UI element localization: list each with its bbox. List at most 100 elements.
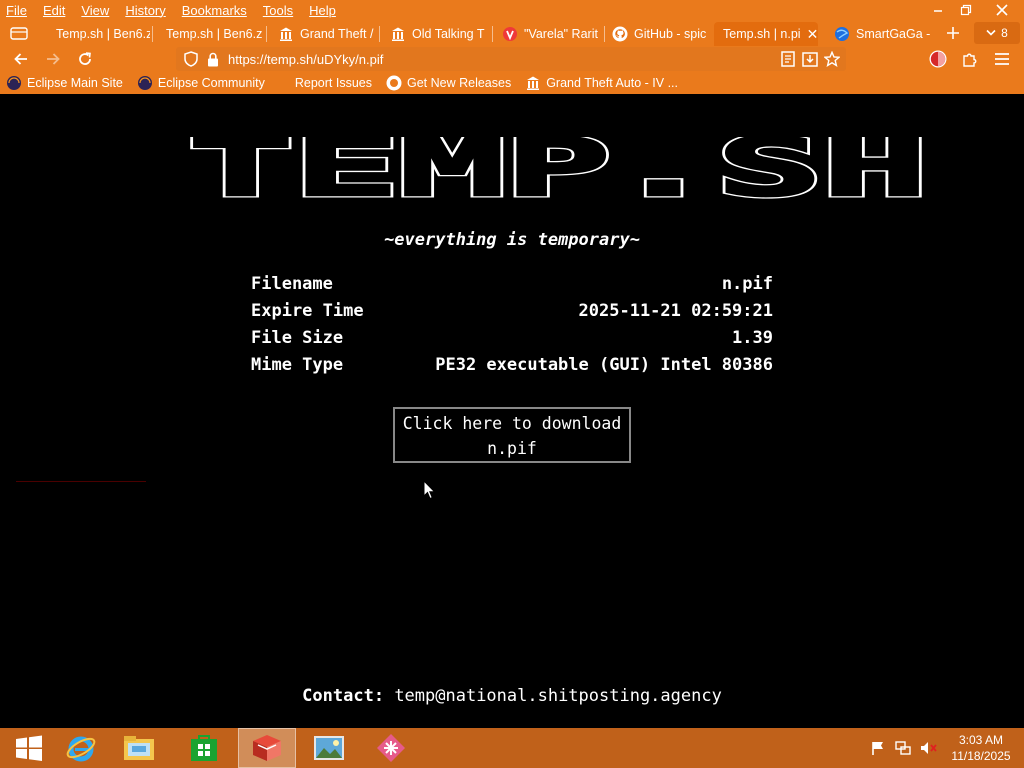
flag-icon[interactable] xyxy=(870,740,886,756)
file-info: Filename n.pif Expire Time 2025-11-21 02… xyxy=(251,271,773,379)
hamburger-menu-icon xyxy=(995,53,1009,65)
tab-6[interactable]: GitHub - spic xyxy=(608,22,714,46)
tabs-overview-icon xyxy=(10,27,28,40)
save-to-pocket-button[interactable] xyxy=(799,48,821,70)
minimize-button[interactable] xyxy=(924,0,952,20)
forward-button[interactable] xyxy=(42,48,64,70)
tab-title: Temp.sh | n.pi xyxy=(723,27,801,41)
archive-icon xyxy=(525,75,541,91)
bookmark-report-issues[interactable]: Report Issues xyxy=(295,76,372,90)
profile-button[interactable] xyxy=(927,48,949,70)
tab-2[interactable]: Temp.sh | Ben6.zi xyxy=(154,22,262,46)
menu-bar: File Edit View History Bookmarks Tools H… xyxy=(0,0,700,20)
menu-tools[interactable]: Tools xyxy=(263,3,293,18)
address-bar[interactable]: https://temp.sh/uDYky/n.pif xyxy=(176,47,846,71)
pink-app-icon xyxy=(377,734,405,762)
contact-email-link[interactable]: temp@national.shitposting.agency xyxy=(394,686,722,706)
folder-icon xyxy=(124,736,154,760)
back-button[interactable] xyxy=(10,48,32,70)
start-button[interactable] xyxy=(0,728,58,768)
minimize-icon xyxy=(934,10,942,12)
taskbar-photos[interactable] xyxy=(300,728,358,768)
tab-title: Old Talking T xyxy=(412,27,485,41)
new-tab-button[interactable] xyxy=(942,23,964,43)
close-window-button[interactable] xyxy=(980,0,1024,20)
menu-bookmarks[interactable]: Bookmarks xyxy=(182,3,247,18)
taskbar-app-pink[interactable] xyxy=(362,728,420,768)
forward-arrow-icon xyxy=(47,53,60,65)
lock-icon[interactable] xyxy=(204,50,222,68)
bookmark-eclipse-main[interactable]: Eclipse Main Site xyxy=(6,75,123,91)
url-text[interactable]: https://temp.sh/uDYky/n.pif xyxy=(228,52,383,67)
info-label: File Size xyxy=(251,328,344,348)
clock-time: 3:03 AM xyxy=(958,733,1004,747)
info-row-file-size: File Size 1.39 xyxy=(251,325,773,352)
temp-sh-logo: TEMP.SH TEMP.SH xyxy=(188,137,928,199)
reload-button[interactable] xyxy=(74,48,96,70)
vivaldi-icon xyxy=(502,26,518,42)
tab-count-button[interactable]: 8 xyxy=(974,22,1020,44)
restore-button[interactable] xyxy=(952,0,980,20)
download-button[interactable]: Click here to download n.pif xyxy=(393,407,631,463)
tab-4[interactable]: Old Talking T xyxy=(384,22,490,46)
info-value: 1.39 xyxy=(732,328,773,348)
bookmark-star-button[interactable] xyxy=(821,48,843,70)
restore-icon xyxy=(960,4,972,16)
mouse-cursor-icon xyxy=(423,480,436,500)
bookmark-label: Grand Theft Auto - IV ... xyxy=(546,76,678,90)
divider-line xyxy=(16,481,146,482)
bookmark-label: Get New Releases xyxy=(406,76,512,90)
tab-1[interactable]: Temp.sh | Ben6.zi xyxy=(44,22,150,46)
info-row-filename: Filename n.pif xyxy=(251,271,773,298)
menu-history[interactable]: History xyxy=(125,3,165,18)
info-label: Expire Time xyxy=(251,301,364,321)
bookmark-eclipse-community[interactable]: Eclipse Community xyxy=(137,75,265,91)
volume-muted-icon[interactable] xyxy=(920,740,938,756)
globe-icon xyxy=(834,26,850,42)
chevron-down-icon xyxy=(986,29,996,36)
tab-5[interactable]: "Varela" Rarit xyxy=(496,22,602,46)
taskbar-internet-explorer[interactable] xyxy=(52,728,110,768)
tracking-shield-icon[interactable] xyxy=(182,50,200,68)
extensions-button[interactable] xyxy=(959,48,981,70)
network-icon[interactable] xyxy=(894,740,912,756)
menu-edit[interactable]: Edit xyxy=(43,3,65,18)
tab-7-active[interactable]: Temp.sh | n.pi ✕ xyxy=(714,22,818,46)
github-icon xyxy=(386,75,402,91)
browser-chrome: File Edit View History Bookmarks Tools H… xyxy=(0,0,1024,94)
eclipse-icon xyxy=(137,75,153,91)
system-tray xyxy=(870,728,938,768)
puzzle-icon xyxy=(963,53,977,67)
bookmark-gta-iv[interactable]: Grand Theft Auto - IV ... xyxy=(525,75,678,91)
tab-count: 8 xyxy=(1001,26,1008,40)
close-tab-icon[interactable]: ✕ xyxy=(807,26,818,43)
taskbar-file-explorer[interactable] xyxy=(110,728,168,768)
tab-list-button[interactable] xyxy=(8,24,30,42)
bookmark-get-new-releases[interactable]: Get New Releases xyxy=(386,75,511,91)
github-icon xyxy=(612,26,628,42)
store-icon xyxy=(191,735,217,761)
app-menu-button[interactable] xyxy=(991,48,1013,70)
windows-logo-icon xyxy=(16,735,42,761)
menu-file[interactable]: File xyxy=(6,3,27,18)
windows-taskbar: 3:03 AM 11/18/2025 xyxy=(0,728,1024,768)
taskbar-store[interactable] xyxy=(175,728,233,768)
reader-view-button[interactable] xyxy=(777,48,799,70)
info-label: Mime Type xyxy=(251,355,344,375)
menu-help[interactable]: Help xyxy=(309,3,336,18)
contact-label: Contact: xyxy=(302,686,385,706)
info-value: n.pif xyxy=(721,274,773,294)
logo-text-fill: TEMP.SH xyxy=(188,137,928,199)
tagline: ~everything is temporary~ xyxy=(384,230,640,250)
bookmark-label: Report Issues xyxy=(294,76,372,90)
tab-8[interactable]: SmartGaGa - xyxy=(830,22,934,46)
system-clock[interactable]: 3:03 AM 11/18/2025 xyxy=(945,732,1017,764)
download-button-line1: Click here to download xyxy=(402,414,622,433)
plus-icon xyxy=(947,27,959,39)
info-row-mime-type: Mime Type PE32 executable (GUI) Intel 80… xyxy=(251,352,773,379)
contact-footer: Contact: temp@national.shitposting.agenc… xyxy=(0,686,1024,706)
taskbar-app-active[interactable] xyxy=(238,728,296,768)
close-icon xyxy=(996,4,1008,16)
tab-3[interactable]: Grand Theft / xyxy=(272,22,376,46)
menu-view[interactable]: View xyxy=(81,3,109,18)
